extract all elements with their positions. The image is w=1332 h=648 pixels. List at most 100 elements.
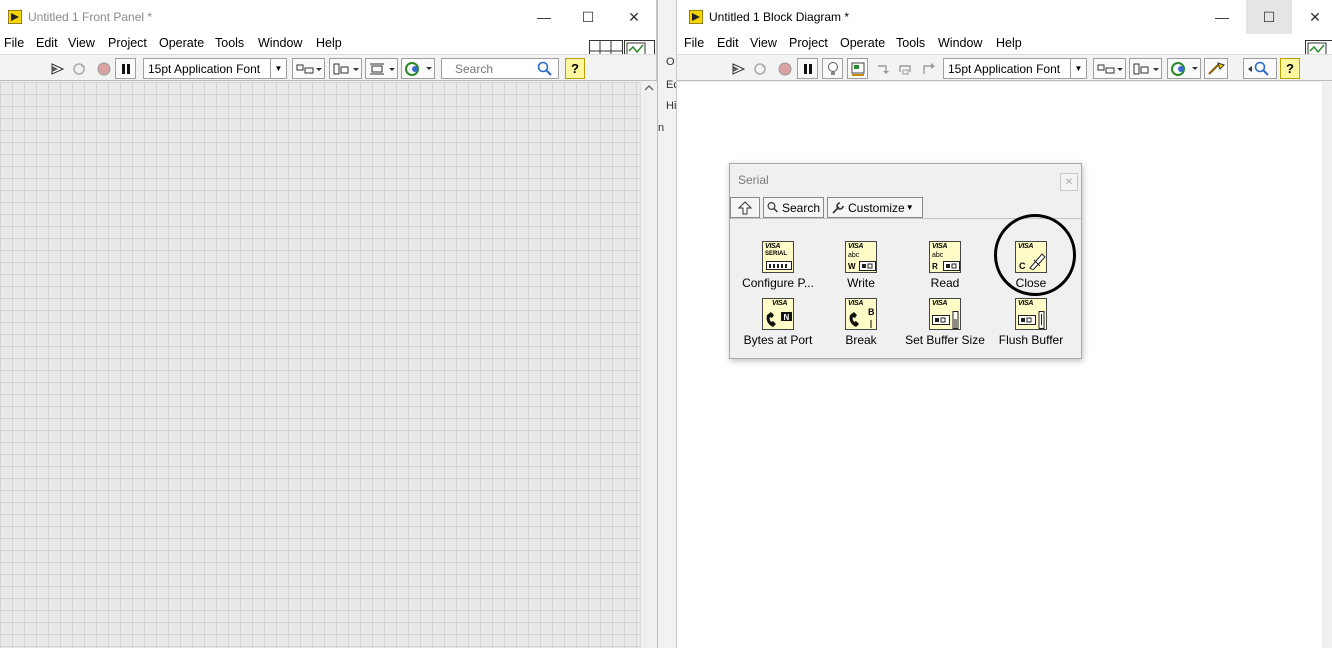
close-button[interactable]: ✕ <box>611 0 657 34</box>
background-window-strip: O Ec Hi n <box>657 0 679 648</box>
font-select[interactable]: 15pt Application Font ▼ <box>943 58 1087 79</box>
menu-window[interactable]: Window <box>258 36 302 50</box>
vertical-scrollbar[interactable] <box>640 82 657 648</box>
step-out-icon[interactable] <box>917 58 938 79</box>
abort-icon[interactable] <box>94 58 114 79</box>
vi-label: Break <box>845 333 877 347</box>
menu-help[interactable]: Help <box>316 36 342 50</box>
chevron-down-icon: ▼ <box>1070 59 1086 78</box>
window-title: Untitled 1 Block Diagram * <box>709 10 850 24</box>
step-over-icon[interactable] <box>895 58 916 79</box>
abort-icon[interactable] <box>775 58 795 79</box>
menu-operate[interactable]: Operate <box>159 36 204 50</box>
menu-edit[interactable]: Edit <box>717 36 739 50</box>
visa-set-buffer-size-icon: VISA <box>929 298 961 330</box>
menubar: File Edit View Project Operate Tools Win… <box>0 34 656 54</box>
menu-view[interactable]: View <box>68 36 95 50</box>
read-vi[interactable]: VISA abc R Read <box>900 241 990 290</box>
vi-label: Flush Buffer <box>998 333 1064 347</box>
menu-tools[interactable]: Tools <box>215 36 244 50</box>
run-arrow-icon[interactable] <box>729 58 749 79</box>
minimize-button[interactable]: — <box>1199 0 1245 34</box>
hidden-item: Hi <box>666 100 677 112</box>
flush-buffer-vi[interactable]: VISA Flush Buffer <box>986 298 1076 347</box>
menu-edit[interactable]: Edit <box>36 36 58 50</box>
search-icon[interactable] <box>1243 58 1277 79</box>
configure-port-vi[interactable]: VISA SERIAL Configure P... <box>733 241 823 290</box>
font-select[interactable]: 15pt Application Font ▼ <box>143 58 287 79</box>
chevron-down-icon: ▼ <box>270 59 286 78</box>
maximize-button[interactable]: ☐ <box>565 0 611 34</box>
pause-icon[interactable] <box>115 58 136 79</box>
vi-label: Bytes at Port <box>743 333 813 347</box>
palette-search-label: Search <box>781 200 820 215</box>
vi-label: Write <box>847 276 875 290</box>
distribute-objects-icon[interactable] <box>329 58 362 79</box>
align-objects-icon[interactable] <box>292 58 325 79</box>
menu-file[interactable]: File <box>4 36 24 50</box>
vi-label: Set Buffer Size <box>905 333 985 347</box>
scroll-up-icon[interactable] <box>644 84 654 92</box>
visa-flush-buffer-icon: VISA <box>1015 298 1047 330</box>
search-placeholder: Search <box>455 61 494 76</box>
menu-file[interactable]: File <box>684 36 704 50</box>
palette-customize-button[interactable]: Customize ▼ <box>827 197 923 218</box>
context-help-icon[interactable]: ? <box>565 58 585 79</box>
menu-project[interactable]: Project <box>108 36 147 50</box>
front-panel-titlebar[interactable]: Untitled 1 Front Panel * — ☐ ✕ <box>0 0 656 34</box>
step-into-icon[interactable] <box>873 58 894 79</box>
palette-title: Serial <box>738 173 769 187</box>
align-objects-icon[interactable] <box>1093 58 1126 79</box>
clean-up-diagram-icon[interactable] <box>1204 58 1228 79</box>
window-title: Untitled 1 Front Panel * <box>28 10 153 24</box>
bytes-at-port-vi[interactable]: VISA N Bytes at Port <box>733 298 823 347</box>
hidden-item: n <box>658 122 665 134</box>
chevron-down-icon: ▼ <box>905 203 914 212</box>
block-diagram-toolbar: 15pt Application Font ▼ ? <box>677 54 1332 81</box>
wrench-icon <box>832 201 844 214</box>
break-vi[interactable]: VISA B Break <box>816 298 906 347</box>
menu-tools[interactable]: Tools <box>896 36 925 50</box>
highlight-execution-icon[interactable] <box>822 58 843 79</box>
close-button[interactable]: ✕ <box>1292 0 1332 34</box>
visa-bytes-at-port-icon: VISA N <box>762 298 794 330</box>
palette-close-button[interactable]: ✕ <box>1060 173 1078 191</box>
search-icon[interactable] <box>536 58 554 79</box>
block-diagram-titlebar[interactable]: Untitled 1 Block Diagram * — ☐ ✕ <box>677 0 1332 34</box>
hidden-item: O <box>666 56 675 68</box>
maximize-button[interactable]: ☐ <box>1246 0 1292 34</box>
distribute-objects-icon[interactable] <box>1129 58 1162 79</box>
visa-break-icon: VISA B <box>845 298 877 330</box>
resize-objects-icon[interactable] <box>365 58 398 79</box>
menu-project[interactable]: Project <box>789 36 828 50</box>
reorder-icon[interactable] <box>1167 58 1201 79</box>
run-continuously-icon[interactable] <box>69 58 89 79</box>
palette-search-button[interactable]: Search <box>763 197 824 218</box>
visa-write-icon: VISA abc W <box>845 241 877 273</box>
labview-icon <box>689 10 703 24</box>
set-buffer-size-vi[interactable]: VISA Set Buffer Size <box>900 298 990 347</box>
menu-window[interactable]: Window <box>938 36 982 50</box>
menu-operate[interactable]: Operate <box>840 36 885 50</box>
labview-icon <box>8 10 22 24</box>
palette-up-button[interactable] <box>730 197 760 218</box>
menu-help[interactable]: Help <box>996 36 1022 50</box>
vi-label: Configure P... <box>742 276 814 290</box>
visa-configure-icon: VISA SERIAL <box>762 241 794 273</box>
front-panel-toolbar: 15pt Application Font ▼ Search ? <box>0 54 656 81</box>
pause-icon[interactable] <box>797 58 818 79</box>
write-vi[interactable]: VISA abc W Write <box>816 241 906 290</box>
context-help-icon[interactable]: ? <box>1280 58 1300 79</box>
menu-view[interactable]: View <box>750 36 777 50</box>
up-arrow-icon <box>738 200 752 214</box>
minimize-button[interactable]: — <box>521 0 567 34</box>
retain-wire-values-icon[interactable] <box>847 58 868 79</box>
run-arrow-icon[interactable] <box>48 58 68 79</box>
search-icon <box>767 202 779 213</box>
reorder-icon[interactable] <box>401 58 435 79</box>
visa-read-icon: VISA abc R <box>929 241 961 273</box>
svg-text:N: N <box>784 313 790 322</box>
front-panel-canvas[interactable] <box>0 82 640 648</box>
run-continuously-icon[interactable] <box>750 58 770 79</box>
vi-label: Read <box>930 276 960 290</box>
